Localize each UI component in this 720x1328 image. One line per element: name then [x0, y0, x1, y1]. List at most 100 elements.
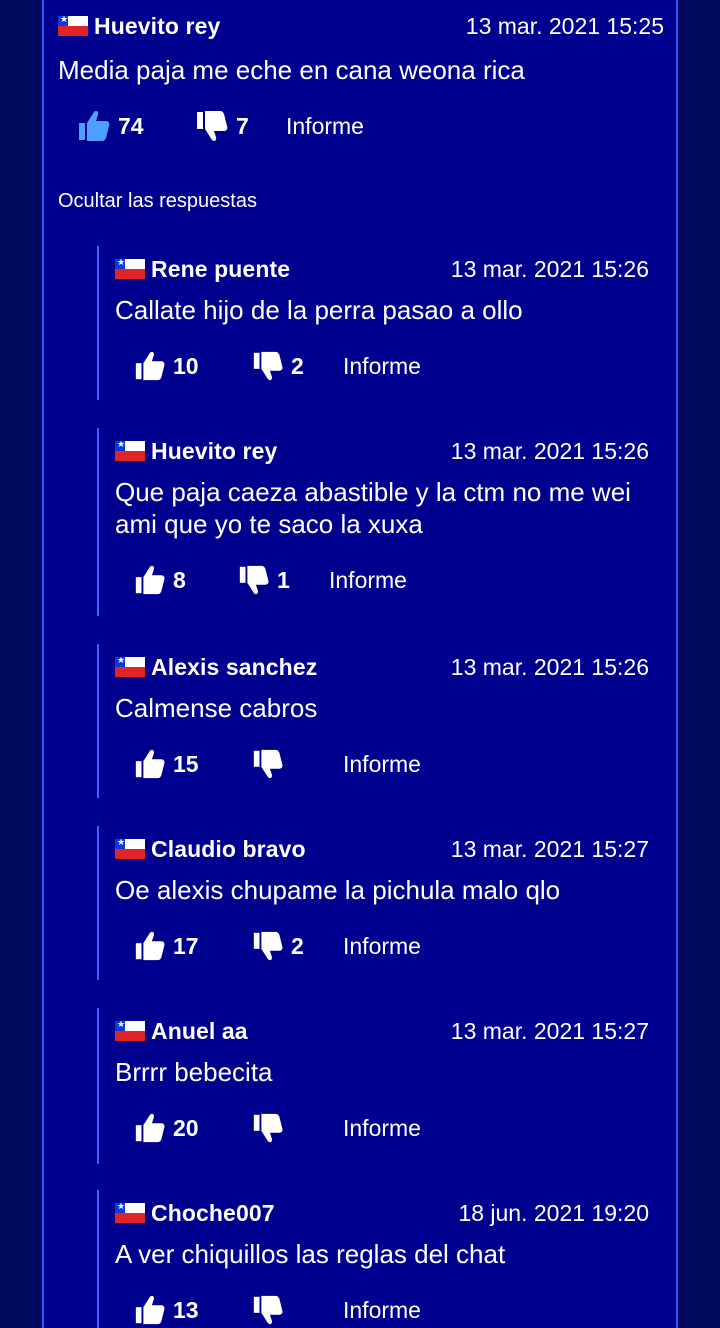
thumbs-down-icon: [197, 111, 228, 141]
chile-flag-icon: ★: [115, 655, 145, 677]
like-count: 74: [118, 112, 144, 139]
thumbs-up-icon: [135, 565, 165, 595]
comment-date: 13 mar. 2021 15:27: [450, 1017, 649, 1044]
thumbs-up-icon: [135, 351, 165, 381]
author-name[interactable]: Claudio bravo: [151, 836, 306, 863]
like-button[interactable]: 74: [76, 108, 194, 144]
dislike-button[interactable]: [251, 1111, 343, 1145]
author-name[interactable]: Huevito rey: [94, 13, 220, 40]
dislike-count: 7: [236, 112, 249, 139]
author-name[interactable]: Anuel aa: [151, 1018, 248, 1045]
author-name[interactable]: Rene puente: [151, 256, 290, 283]
comment-actions: 74 7 Informe: [58, 104, 664, 148]
like-button[interactable]: 10: [133, 349, 251, 383]
like-count: 13: [173, 1296, 199, 1323]
comment-actions: 13 Informe: [115, 1288, 649, 1328]
author-wrap: ★ Anuel aa: [115, 1018, 248, 1045]
report-link[interactable]: Informe: [286, 113, 364, 140]
chile-flag-icon: ★: [115, 439, 145, 461]
comment-text: Media paja me eche en cana weona rica: [58, 55, 525, 85]
dislike-button[interactable]: 2: [251, 929, 343, 963]
dislike-button[interactable]: 1: [237, 563, 329, 597]
author-wrap: ★ Alexis sanchez: [115, 654, 317, 681]
dislike-count: 1: [277, 566, 290, 593]
thumbs-down-icon: [253, 351, 283, 381]
like-count: 15: [173, 750, 199, 777]
reply-item: ★ Claudio bravo 13 mar. 2021 15:27 Oe al…: [97, 826, 649, 980]
chile-flag-icon: ★: [115, 1201, 145, 1223]
comment-text: Oe alexis chupame la pichula malo qlo: [115, 875, 561, 905]
comment-text: Calmense cabros: [115, 693, 318, 723]
comment-date: 13 mar. 2021 15:25: [465, 12, 664, 39]
comment-date: 13 mar. 2021 15:26: [450, 255, 649, 282]
author-name[interactable]: Choche007: [151, 1200, 275, 1227]
page: ★ Huevito rey 13 mar. 2021 15:25 Media p…: [0, 0, 720, 1328]
comment-date: 13 mar. 2021 15:26: [450, 437, 649, 464]
reply-item: ★ Anuel aa 13 mar. 2021 15:27 Brrrr bebe…: [97, 1008, 649, 1164]
thumbs-down-icon: [253, 1295, 283, 1325]
thumbs-down-icon: [253, 749, 283, 779]
thumbs-up-icon: [135, 1113, 165, 1143]
comment-actions: 15 Informe: [115, 742, 649, 786]
comment-date: 13 mar. 2021 15:27: [450, 835, 649, 862]
like-button[interactable]: 20: [133, 1111, 251, 1145]
like-button[interactable]: 13: [133, 1293, 251, 1327]
thumbs-down-icon: [239, 565, 269, 595]
dislike-count: 2: [291, 932, 304, 959]
thumbs-up-icon: [79, 111, 110, 141]
like-count: 8: [173, 566, 186, 593]
author-wrap: ★ Huevito rey: [58, 13, 220, 40]
dislike-button[interactable]: 2: [251, 349, 343, 383]
comment-text: Callate hijo de la perra pasao a ollo: [115, 295, 523, 325]
comment-header: ★ Choche007 18 jun. 2021 19:20: [115, 1190, 649, 1236]
report-link[interactable]: Informe: [343, 353, 421, 380]
author-name[interactable]: Huevito rey: [151, 438, 277, 465]
chile-flag-icon: ★: [115, 1019, 145, 1041]
comment-actions: 20 Informe: [115, 1106, 649, 1150]
like-count: 10: [173, 352, 199, 379]
comment-actions: 8 1 Informe: [115, 558, 649, 602]
like-button[interactable]: 17: [133, 929, 251, 963]
thumbs-down-icon: [253, 931, 283, 961]
comment-header: ★ Claudio bravo 13 mar. 2021 15:27: [115, 826, 649, 872]
comment-date: 13 mar. 2021 15:26: [450, 653, 649, 680]
like-button[interactable]: 8: [133, 563, 237, 597]
thumbs-up-icon: [135, 749, 165, 779]
comment-header: ★ Huevito rey 13 mar. 2021 15:25: [58, 0, 664, 52]
chile-flag-icon: ★: [115, 257, 145, 279]
chile-flag-icon: ★: [58, 14, 88, 36]
author-wrap: ★ Claudio bravo: [115, 836, 306, 863]
like-count: 20: [173, 1114, 199, 1141]
dislike-button[interactable]: [251, 1293, 343, 1327]
comment-date: 18 jun. 2021 19:20: [458, 1199, 649, 1226]
dislike-button[interactable]: [251, 747, 343, 781]
report-link[interactable]: Informe: [343, 751, 421, 778]
comment-actions: 10 2 Informe: [115, 344, 649, 388]
comment-header: ★ Alexis sanchez 13 mar. 2021 15:26: [115, 644, 649, 690]
reply-item: ★ Huevito rey 13 mar. 2021 15:26 Que paj…: [97, 428, 649, 616]
comment-actions: 17 2 Informe: [115, 924, 649, 968]
chile-flag-icon: ★: [115, 837, 145, 859]
author-wrap: ★ Choche007: [115, 1200, 275, 1227]
reply-item: ★ Choche007 18 jun. 2021 19:20 A ver chi…: [97, 1190, 649, 1328]
comment-header: ★ Rene puente 13 mar. 2021 15:26: [115, 246, 649, 292]
star-icon: ★: [60, 14, 69, 24]
hide-replies-link[interactable]: Ocultar las respuestas: [58, 190, 257, 213]
report-link[interactable]: Informe: [343, 1115, 421, 1142]
thumbs-down-icon: [253, 1113, 283, 1143]
reply-item: ★ Alexis sanchez 13 mar. 2021 15:26 Calm…: [97, 644, 649, 798]
main-comment: ★ Huevito rey 13 mar. 2021 15:25 Media p…: [58, 0, 664, 148]
like-button[interactable]: 15: [133, 747, 251, 781]
thumbs-up-icon: [135, 931, 165, 961]
author-wrap: ★ Huevito rey: [115, 438, 277, 465]
report-link[interactable]: Informe: [329, 567, 407, 594]
report-link[interactable]: Informe: [343, 1297, 421, 1324]
dislike-button[interactable]: 7: [194, 108, 286, 144]
author-name[interactable]: Alexis sanchez: [151, 654, 317, 681]
comment-header: ★ Huevito rey 13 mar. 2021 15:26: [115, 428, 649, 474]
reply-item: ★ Rene puente 13 mar. 2021 15:26 Callate…: [97, 246, 649, 400]
dislike-count: 2: [291, 352, 304, 379]
report-link[interactable]: Informe: [343, 933, 421, 960]
comment-text: Que paja caeza abastible y la ctm no me …: [115, 477, 631, 539]
comment-text: Brrrr bebecita: [115, 1057, 273, 1087]
